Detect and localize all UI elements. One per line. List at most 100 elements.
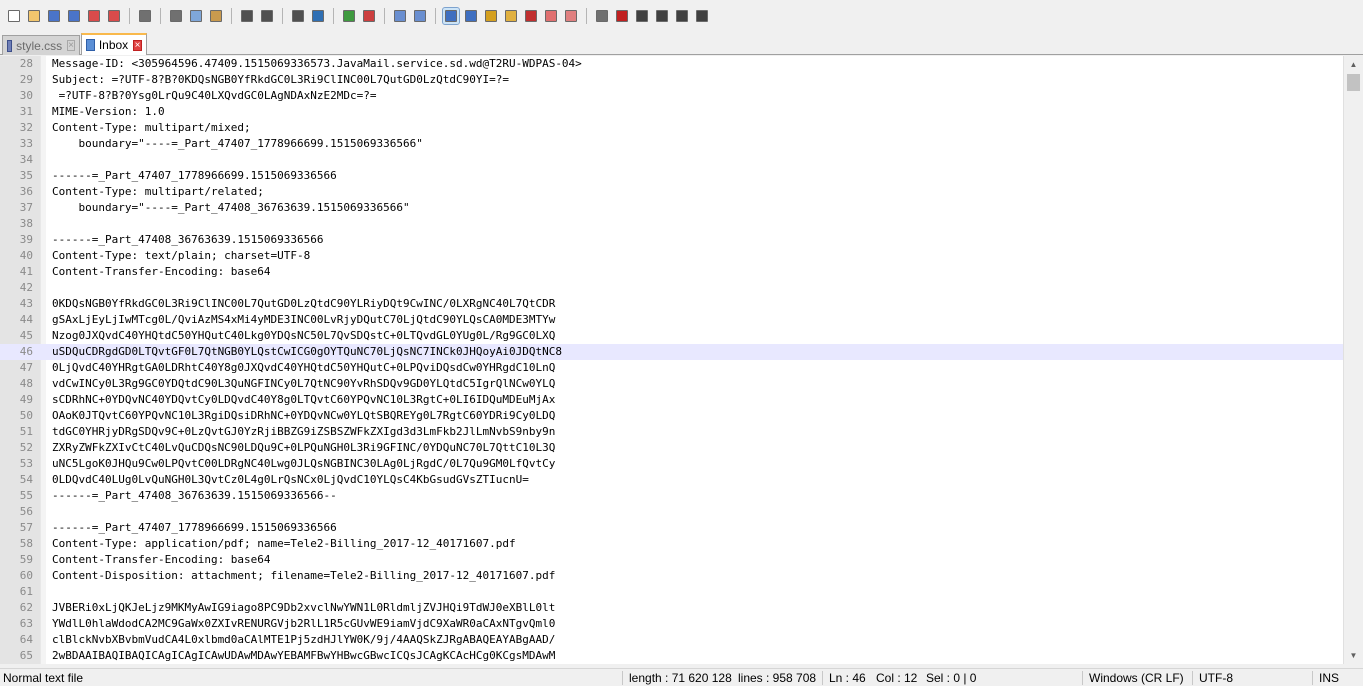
line-text[interactable]: vdCwINCy0L3Rg9GC0YDQtdC90L3QuNGFINCy0L7Q… — [52, 376, 555, 392]
line-text[interactable]: ------=_Part_47407_1778966699.1515069336… — [52, 168, 337, 184]
line-text[interactable]: ------=_Part_47407_1778966699.1515069336… — [52, 520, 337, 536]
folder-workspace-icon[interactable] — [563, 8, 579, 24]
paste-icon[interactable] — [208, 8, 224, 24]
editor-line[interactable]: 45 Nzog0JXQvdC40YHQtdC50YHQutC40Lkg0YDQsN… — [0, 328, 1343, 344]
line-text[interactable]: Content-Transfer-Encoding: base64 — [52, 552, 271, 568]
editor-line[interactable]: 63 YWdlL0hlaWdodCA2MC9GaWx0ZXIvRENURGVjb2… — [0, 616, 1343, 632]
scroll-up-icon[interactable]: ▲ — [1344, 56, 1363, 73]
copy-icon[interactable] — [188, 8, 204, 24]
line-text[interactable]: tdGC0YHRjyDRgSDQv9C+0LzQvtGJ0YzRjiBBZG9i… — [52, 424, 555, 440]
editor-line[interactable]: 48 vdCwINCy0L3Rg9GC0YDQtdC90L3QuNGFINCy0L… — [0, 376, 1343, 392]
line-text[interactable]: 0LDQvdC40LUg0LvQuNGH0L3QvtCz0L4g0LrQsNCx… — [52, 472, 529, 488]
line-text[interactable]: YWdlL0hlaWdodCA2MC9GaWx0ZXIvRENURGVjb2Rl… — [52, 616, 555, 632]
tab-inbox[interactable]: Inbox × — [81, 33, 147, 55]
show-all-chars-icon[interactable] — [463, 8, 479, 24]
line-text[interactable]: 0LjQvdC40YHRgtGA0LDRhtC40Y8g0JXQvdC40YHQ… — [52, 360, 555, 376]
play-macro-icon[interactable] — [654, 8, 670, 24]
editor-line[interactable]: 53 uNC5LgoK0JHQu9Cw0LPQvtC00LDRgNC40Lwg0J… — [0, 456, 1343, 472]
line-text[interactable]: gSAxLjEyLjIwMTcg0L/QviAzMS4xMi4yMDE3INC0… — [52, 312, 555, 328]
editor-line[interactable]: 39 ------=_Part_47408_36763639.1515069336… — [0, 232, 1343, 248]
editor-line[interactable]: 47 0LjQvdC40YHRgtGA0LDRhtC40Y8g0JXQvdC40Y… — [0, 360, 1343, 376]
status-insert-mode[interactable]: INS — [1319, 671, 1339, 685]
editor-line[interactable]: 49 sCDRhNC+0YDQvNC40YDQvtCy0LDQvdC40Y8g0L… — [0, 392, 1343, 408]
line-text[interactable]: Content-Type: multipart/mixed; — [52, 120, 251, 136]
find-icon[interactable] — [290, 8, 306, 24]
user-language-icon[interactable] — [503, 8, 519, 24]
editor-line[interactable]: 58 Content-Type: application/pdf; name=Te… — [0, 536, 1343, 552]
line-text[interactable]: Message-ID: <305964596.47409.15150693365… — [52, 56, 582, 72]
editor-line[interactable]: 29 Subject: =?UTF-8?B?0KDQsNGB0YfRkdGC0L3… — [0, 72, 1343, 88]
word-wrap-icon[interactable] — [442, 6, 460, 25]
editor-line[interactable]: 30 =?UTF-8?B?0Ysg0LrQu9C40LXQvdGC0LAgNDA… — [0, 88, 1343, 104]
line-text[interactable]: OAoK0JTQvtC60YPQvNC10L3RgiDQsiDRhNC+0YDQ… — [52, 408, 555, 424]
editor-line[interactable]: 38 — [0, 216, 1343, 232]
editor-line[interactable]: 60 Content-Disposition: attachment; filen… — [0, 568, 1343, 584]
save-all-icon[interactable] — [66, 8, 82, 24]
editor-line[interactable]: 37 boundary="----=_Part_47408_36763639.1… — [0, 200, 1343, 216]
line-text[interactable]: boundary="----=_Part_47408_36763639.1515… — [52, 200, 409, 216]
editor-line[interactable]: 41 Content-Transfer-Encoding: base64 — [0, 264, 1343, 280]
sync-horizontal-icon[interactable] — [412, 8, 428, 24]
status-encoding[interactable]: UTF-8 — [1199, 671, 1233, 685]
editor-line[interactable]: 32 Content-Type: multipart/mixed; — [0, 120, 1343, 136]
editor-line[interactable]: 36 Content-Type: multipart/related; — [0, 184, 1343, 200]
redo-icon[interactable] — [259, 8, 275, 24]
editor-line[interactable]: 44 gSAxLjEyLjIwMTcg0L/QviAzMS4xMi4yMDE3IN… — [0, 312, 1343, 328]
line-text[interactable]: ------=_Part_47408_36763639.151506933656… — [52, 488, 337, 504]
scrollbar-thumb[interactable] — [1347, 74, 1360, 91]
line-text[interactable]: Subject: =?UTF-8?B?0KDQsNGB0YfRkdGC0L3Ri… — [52, 72, 509, 88]
line-text[interactable]: Content-Transfer-Encoding: base64 — [52, 264, 271, 280]
close-icon[interactable]: × — [67, 40, 75, 51]
editor-line[interactable]: 64 clBlckNvbXBvbmVudCA4L0xlbmd0aCAlMTE1Pj… — [0, 632, 1343, 648]
vertical-scrollbar[interactable]: ▲ ▼ — [1343, 56, 1363, 664]
record-macro-icon[interactable] — [614, 8, 630, 24]
editor-line[interactable]: 54 0LDQvdC40LUg0LvQuNGH0L3QvtCz0L4g0LrQsN… — [0, 472, 1343, 488]
editor-line[interactable]: 34 — [0, 152, 1343, 168]
print-icon[interactable] — [137, 8, 153, 24]
function-list-icon[interactable] — [543, 8, 559, 24]
editor-line[interactable]: 40 Content-Type: text/plain; charset=UTF-… — [0, 248, 1343, 264]
indent-guide-icon[interactable] — [483, 8, 499, 24]
new-file-icon[interactable] — [6, 8, 22, 24]
save-macro-icon[interactable] — [694, 8, 710, 24]
tab-style-css[interactable]: style.css × — [2, 35, 80, 55]
line-text[interactable]: JVBERi0xLjQKJeLjz9MKMyAwIG9iago8PC9Db2xv… — [52, 600, 555, 616]
line-text[interactable]: ------=_Part_47408_36763639.151506933656… — [52, 232, 324, 248]
close-icon[interactable] — [86, 8, 102, 24]
run-macro-icon[interactable] — [674, 8, 690, 24]
line-text[interactable]: =?UTF-8?B?0Ysg0LrQu9C40LXQvdGC0LAgNDAxNz… — [52, 88, 377, 104]
doc-map-icon[interactable] — [523, 8, 539, 24]
close-all-icon[interactable] — [106, 8, 122, 24]
editor-line[interactable]: 28 Message-ID: <305964596.47409.151506933… — [0, 56, 1343, 72]
cut-icon[interactable] — [168, 8, 184, 24]
editor-line[interactable]: 42 — [0, 280, 1343, 296]
line-text[interactable]: Nzog0JXQvdC40YHQtdC50YHQutC40Lkg0YDQsNC5… — [52, 328, 555, 344]
editor-line[interactable]: 46 uSDQuCDRgdGD0LTQvtGF0L7QtNGB0YLQstCwIC… — [0, 344, 1343, 360]
monitoring-icon[interactable] — [594, 8, 610, 24]
line-text[interactable]: Content-Type: text/plain; charset=UTF-8 — [52, 248, 310, 264]
replace-icon[interactable] — [310, 8, 326, 24]
sync-vertical-icon[interactable] — [392, 8, 408, 24]
line-text[interactable]: 2wBDAAIBAQIBAQICAgICAgICAwUDAwMDAwYEBAMF… — [52, 648, 555, 664]
editor-line[interactable]: 31 MIME-Version: 1.0 — [0, 104, 1343, 120]
editor-line[interactable]: 43 0KDQsNGB0YfRkdGC0L3Ri9ClINC00L7QutGD0L… — [0, 296, 1343, 312]
editor-line[interactable]: 50 OAoK0JTQvtC60YPQvNC10L3RgiDQsiDRhNC+0Y… — [0, 408, 1343, 424]
zoom-in-icon[interactable] — [341, 8, 357, 24]
line-text[interactable]: Content-Disposition: attachment; filenam… — [52, 568, 555, 584]
line-text[interactable]: MIME-Version: 1.0 — [52, 104, 165, 120]
text-editor[interactable]: 28 Message-ID: <305964596.47409.151506933… — [0, 56, 1363, 664]
editor-line[interactable]: 51 tdGC0YHRjyDRgSDQv9C+0LzQvtGJ0YzRjiBBZG… — [0, 424, 1343, 440]
line-text[interactable]: 0KDQsNGB0YfRkdGC0L3Ri9ClINC00L7QutGD0LzQ… — [52, 296, 555, 312]
editor-line[interactable]: 61 — [0, 584, 1343, 600]
scroll-down-icon[interactable]: ▼ — [1344, 647, 1363, 664]
editor-line[interactable]: 59 Content-Transfer-Encoding: base64 — [0, 552, 1343, 568]
editor-line[interactable]: 35 ------=_Part_47407_1778966699.15150693… — [0, 168, 1343, 184]
line-text[interactable]: clBlckNvbXBvbmVudCA4L0xlbmd0aCAlMTE1Pj5z… — [52, 632, 555, 648]
line-text[interactable]: Content-Type: application/pdf; name=Tele… — [52, 536, 516, 552]
editor-line[interactable]: 65 2wBDAAIBAQIBAQICAgICAgICAwUDAwMDAwYEBA… — [0, 648, 1343, 664]
close-icon[interactable]: × — [133, 39, 142, 51]
zoom-out-icon[interactable] — [361, 8, 377, 24]
editor-line[interactable]: 62 JVBERi0xLjQKJeLjz9MKMyAwIG9iago8PC9Db2… — [0, 600, 1343, 616]
editor-line[interactable]: 57 ------=_Part_47407_1778966699.15150693… — [0, 520, 1343, 536]
line-text[interactable]: sCDRhNC+0YDQvNC40YDQvtCy0LDQvdC40Y8g0LTQ… — [52, 392, 555, 408]
